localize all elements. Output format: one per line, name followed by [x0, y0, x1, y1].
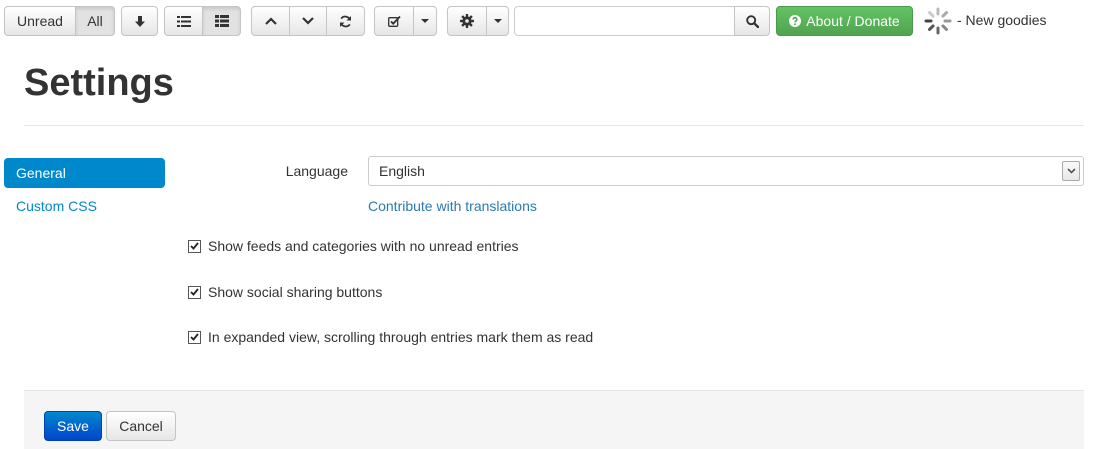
title-divider — [24, 125, 1084, 126]
check-icon — [190, 242, 199, 250]
chevron-up-icon — [264, 17, 277, 25]
checkbox-label: Show social sharing buttons — [208, 284, 383, 300]
th-list-icon — [214, 15, 229, 27]
page-title: Settings — [24, 62, 174, 104]
language-label: Language — [285, 163, 348, 179]
arrow-down-icon — [134, 15, 146, 28]
contribute-translations-link[interactable]: Contribute with translations — [368, 198, 537, 214]
form-actions — [24, 390, 1084, 449]
save-label: Save — [57, 418, 89, 434]
refresh-button[interactable] — [326, 6, 365, 36]
all-button[interactable]: All — [75, 6, 115, 36]
sidebar-item-general[interactable]: General — [4, 158, 165, 188]
check-icon — [190, 288, 199, 296]
search-button[interactable] — [734, 6, 770, 36]
gear-icon — [460, 14, 474, 28]
question-circle-icon — [789, 15, 802, 27]
about-donate-button[interactable]: About / Donate — [776, 6, 913, 36]
list-view-button[interactable] — [164, 6, 203, 36]
cancel-label: Cancel — [119, 418, 163, 434]
unread-label: Unread — [17, 13, 63, 29]
new-goodies-link[interactable]: - New goodies — [957, 12, 1047, 28]
checkbox-label: Show feeds and categories with no unread… — [208, 238, 519, 254]
sidebar-item-label: Custom CSS — [16, 198, 97, 214]
checkbox-row: In expanded view, scrolling through entr… — [188, 329, 593, 345]
mark-dropdown-button[interactable] — [374, 6, 414, 36]
settings-button[interactable] — [447, 6, 487, 36]
social-sharing-checkbox[interactable] — [188, 285, 201, 299]
mark-read-button[interactable] — [121, 6, 158, 36]
expanded-view-button[interactable] — [202, 6, 241, 36]
caret-down-icon — [493, 19, 502, 23]
sidebar-item-custom-css[interactable]: Custom CSS — [16, 198, 97, 214]
loading-spinner-icon — [924, 7, 952, 35]
language-select[interactable]: English — [368, 156, 1084, 186]
next-entry-button[interactable] — [289, 6, 327, 36]
checkbox-label: In expanded view, scrolling through entr… — [208, 329, 594, 345]
settings-dropdown-toggle[interactable] — [486, 6, 509, 36]
search-input[interactable] — [514, 6, 735, 36]
checkbox-row: Show social sharing buttons — [188, 284, 382, 300]
unread-button[interactable]: Unread — [4, 6, 76, 36]
list-icon — [176, 15, 191, 27]
mark-dropdown-toggle[interactable] — [413, 6, 437, 36]
caret-down-icon — [421, 19, 429, 23]
search-icon — [745, 14, 759, 28]
show-empty-feeds-checkbox[interactable] — [188, 239, 201, 253]
about-donate-label: About / Donate — [806, 13, 900, 29]
scroll-mark-read-checkbox[interactable] — [188, 330, 201, 344]
save-button[interactable]: Save — [44, 411, 102, 441]
sidebar-item-label: General — [16, 165, 66, 181]
checkbox-row: Show feeds and categories with no unread… — [188, 238, 519, 254]
check-square-icon — [387, 15, 401, 27]
check-icon — [190, 333, 199, 341]
all-label: All — [87, 13, 103, 29]
previous-entry-button[interactable] — [251, 6, 290, 36]
select-arrow-icon — [1062, 161, 1080, 181]
language-select-value: English — [379, 163, 425, 179]
refresh-icon — [339, 15, 352, 28]
chevron-down-icon — [302, 17, 314, 25]
cancel-button[interactable]: Cancel — [106, 411, 176, 441]
